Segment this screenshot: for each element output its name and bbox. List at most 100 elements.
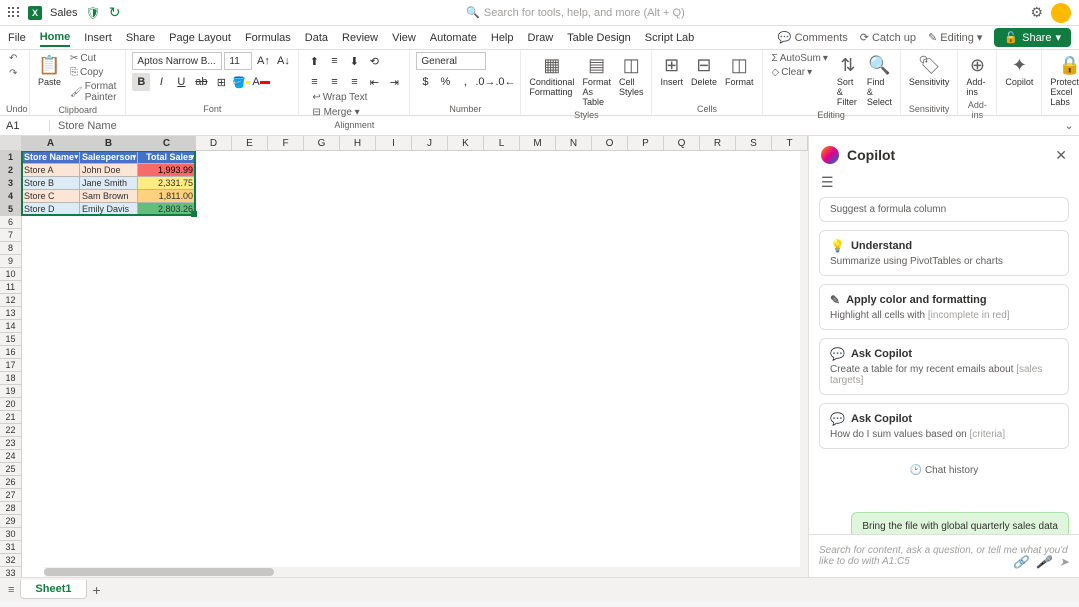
- menu-tab-help[interactable]: Help: [491, 30, 514, 46]
- editing-mode[interactable]: ✎ Editing ▾: [928, 31, 982, 44]
- column-header[interactable]: B: [80, 136, 138, 151]
- formula-input[interactable]: Store Name: [50, 120, 1059, 132]
- name-box[interactable]: A1: [0, 120, 50, 132]
- suggestion-understand[interactable]: 💡Understand Summarize using PivotTables …: [819, 230, 1069, 276]
- row-header[interactable]: 7: [0, 229, 22, 242]
- row-header[interactable]: 2: [0, 164, 22, 177]
- table-cell[interactable]: 2,803.26: [138, 203, 196, 216]
- row-header[interactable]: 12: [0, 294, 22, 307]
- row-header[interactable]: 13: [0, 307, 22, 320]
- row-header[interactable]: 11: [0, 281, 22, 294]
- menu-tab-view[interactable]: View: [392, 30, 416, 46]
- copilot-menu-icon[interactable]: ☰: [809, 174, 1079, 197]
- row-header[interactable]: 16: [0, 346, 22, 359]
- suggestion-format[interactable]: ✎Apply color and formatting Highlight al…: [819, 284, 1069, 330]
- share-button[interactable]: 🔓 Share ▾: [994, 28, 1071, 47]
- user-avatar[interactable]: [1051, 3, 1071, 23]
- column-header[interactable]: I: [376, 136, 412, 151]
- mic-icon[interactable]: 🎤: [1036, 555, 1051, 569]
- find-select-button[interactable]: 🔍Find & Select: [865, 52, 894, 109]
- paste-button[interactable]: 📋Paste: [36, 52, 63, 89]
- document-name[interactable]: Sales: [50, 7, 78, 19]
- menu-tab-page-layout[interactable]: Page Layout: [169, 30, 231, 46]
- select-all-corner[interactable]: [0, 136, 22, 151]
- sheet-tab[interactable]: Sheet1: [20, 580, 86, 599]
- row-header[interactable]: 18: [0, 372, 22, 385]
- search-input[interactable]: 🔍 Search for tools, help, and more (Alt …: [456, 4, 695, 21]
- copilot-input[interactable]: Search for content, ask a question, or t…: [809, 534, 1079, 577]
- align-middle-button[interactable]: ≡: [325, 52, 343, 70]
- copilot-ribbon-button[interactable]: ✦Copilot: [1003, 52, 1035, 89]
- menu-tab-file[interactable]: File: [8, 30, 26, 46]
- column-header[interactable]: F: [268, 136, 304, 151]
- wrap-text-button[interactable]: ↩ Wrap Text: [309, 91, 403, 104]
- table-cell[interactable]: Emily Davis: [80, 203, 138, 216]
- bold-button[interactable]: B: [132, 73, 150, 91]
- column-header[interactable]: T: [772, 136, 808, 151]
- app-launcher-icon[interactable]: [8, 7, 20, 19]
- row-header[interactable]: 4: [0, 190, 22, 203]
- underline-button[interactable]: U: [172, 73, 190, 91]
- comma-button[interactable]: ,: [456, 73, 474, 91]
- menu-tab-share[interactable]: Share: [126, 30, 155, 46]
- row-header[interactable]: 24: [0, 450, 22, 463]
- row-header[interactable]: 31: [0, 541, 22, 554]
- column-header[interactable]: S: [736, 136, 772, 151]
- autosave-icon[interactable]: ↻: [109, 4, 121, 21]
- suggestion-formula-column[interactable]: Suggest a formula column: [819, 197, 1069, 222]
- table-cell[interactable]: 2,331.75: [138, 177, 196, 190]
- number-format-select[interactable]: General: [416, 52, 486, 70]
- autosum-button[interactable]: Σ AutoSum ▾: [769, 52, 831, 65]
- column-header[interactable]: Q: [664, 136, 700, 151]
- italic-button[interactable]: I: [152, 73, 170, 91]
- table-cell[interactable]: Store C: [22, 190, 80, 203]
- copilot-close-button[interactable]: ✕: [1055, 147, 1067, 164]
- copy-button[interactable]: ⎘ Copy: [67, 66, 119, 79]
- increase-font-button[interactable]: A↑: [254, 52, 272, 70]
- vertical-scrollbar[interactable]: [800, 151, 808, 567]
- redo-button[interactable]: ↷: [6, 67, 20, 80]
- menu-tab-insert[interactable]: Insert: [84, 30, 112, 46]
- column-header[interactable]: J: [412, 136, 448, 151]
- row-header[interactable]: 25: [0, 463, 22, 476]
- addins-button[interactable]: ⊕Add-ins: [964, 52, 990, 99]
- table-header[interactable]: Total Sales: [138, 151, 196, 164]
- orientation-button[interactable]: ⟲: [365, 52, 383, 70]
- column-header[interactable]: R: [700, 136, 736, 151]
- chat-history-button[interactable]: 🕑 Chat history: [819, 457, 1069, 484]
- increase-indent-button[interactable]: ⇥: [385, 73, 403, 91]
- column-header[interactable]: H: [340, 136, 376, 151]
- suggestion-ask-emails[interactable]: 💬Ask Copilot Create a table for my recen…: [819, 338, 1069, 395]
- row-header[interactable]: 20: [0, 398, 22, 411]
- menu-tab-automate[interactable]: Automate: [430, 30, 477, 46]
- table-cell[interactable]: Store B: [22, 177, 80, 190]
- percent-button[interactable]: %: [436, 73, 454, 91]
- comments-button[interactable]: 💬 Comments: [778, 31, 848, 44]
- currency-button[interactable]: $: [416, 73, 434, 91]
- catchup-button[interactable]: ⟳ Catch up: [860, 31, 916, 44]
- column-header[interactable]: K: [448, 136, 484, 151]
- table-cell[interactable]: Store A: [22, 164, 80, 177]
- settings-icon[interactable]: ⚙: [1030, 4, 1043, 21]
- menu-tab-formulas[interactable]: Formulas: [245, 30, 291, 46]
- row-header[interactable]: 3: [0, 177, 22, 190]
- cell-styles-button[interactable]: ◫Cell Styles: [617, 52, 646, 99]
- align-bottom-button[interactable]: ⬇: [345, 52, 363, 70]
- menu-tab-draw[interactable]: Draw: [528, 30, 554, 46]
- row-header[interactable]: 27: [0, 489, 22, 502]
- row-header[interactable]: 21: [0, 411, 22, 424]
- align-left-button[interactable]: ≡: [305, 73, 323, 91]
- row-header[interactable]: 22: [0, 424, 22, 437]
- column-header[interactable]: A: [22, 136, 80, 151]
- decrease-font-button[interactable]: A↓: [274, 52, 292, 70]
- row-header[interactable]: 1: [0, 151, 22, 164]
- increase-decimal-button[interactable]: .0→: [476, 73, 494, 91]
- column-header[interactable]: L: [484, 136, 520, 151]
- column-header[interactable]: C: [138, 136, 196, 151]
- clear-button[interactable]: ◇ Clear ▾: [769, 66, 831, 79]
- table-cell[interactable]: John Doe: [80, 164, 138, 177]
- horizontal-scrollbar[interactable]: [44, 567, 808, 577]
- table-cell[interactable]: 1,811.00: [138, 190, 196, 203]
- table-header[interactable]: Store Name: [22, 151, 80, 164]
- spreadsheet-grid[interactable]: Store NameSalesperson NameTotal SalesSto…: [22, 151, 808, 577]
